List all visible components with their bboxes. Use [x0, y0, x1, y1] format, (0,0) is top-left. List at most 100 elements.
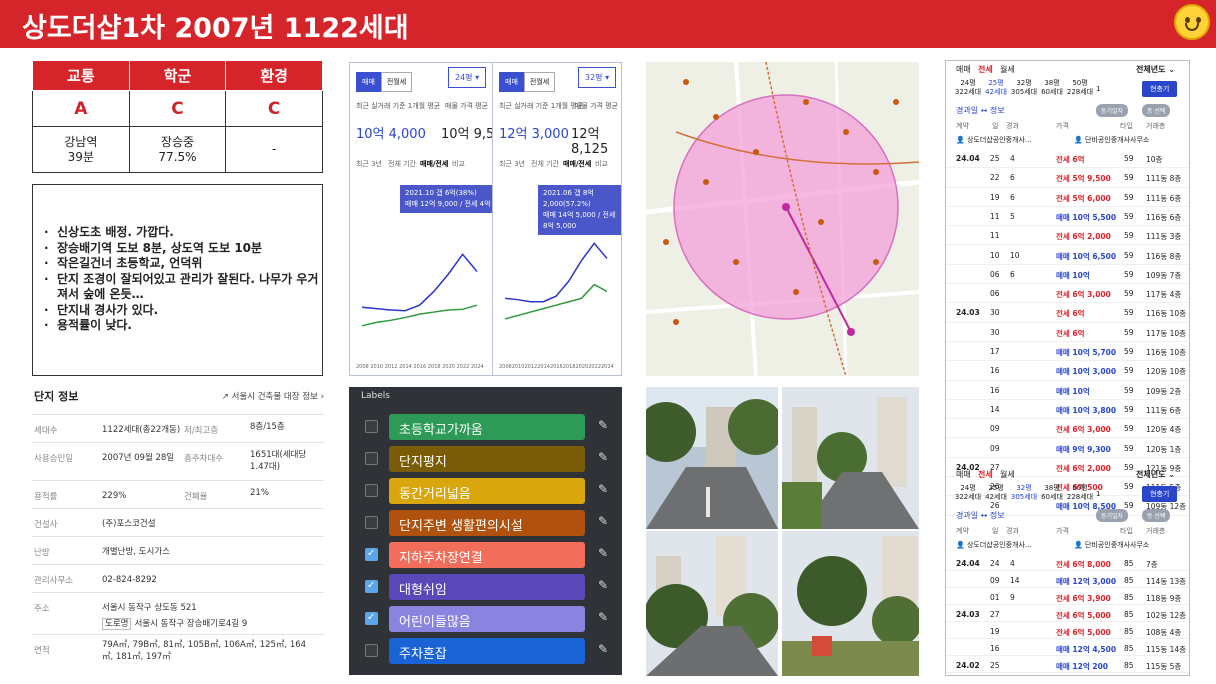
select-chip[interactable]: 등 선택 [1142, 509, 1171, 522]
tx-row[interactable]: 11 5 매매 10억 5,500 59 116동 6층 [946, 207, 1189, 227]
tx-row[interactable]: 10 10 매매 10억 6,500 59 116동 8층 [946, 246, 1189, 265]
date-chip[interactable]: 등기일자 [1096, 509, 1129, 522]
tx-row[interactable]: 24.04 25 4 전세 6억 59 10층 [946, 149, 1189, 169]
filter-button[interactable]: 현충기 [1142, 81, 1178, 97]
tx-row[interactable]: 24.04 24 4 전세 6억 8,000 85 7층 [946, 554, 1189, 571]
range-tab[interactable]: 전체 기간 [531, 159, 559, 169]
label-checkbox[interactable] [365, 644, 378, 657]
tx-row[interactable]: 16 매매 10억 59 109동 2층 [946, 381, 1189, 400]
label-row[interactable]: 초등학교가까움 ✎ [349, 411, 622, 443]
size-select[interactable]: 24평 ▾ [448, 67, 487, 88]
tx-row[interactable]: 17 매매 10억 5,700 59 116동 10층 [946, 342, 1189, 362]
tx-row[interactable]: 09 전세 6억 3,000 59 120동 4층 [946, 419, 1189, 439]
label-checkbox[interactable] [365, 580, 378, 593]
tx-tab[interactable]: 월세 [1000, 64, 1015, 75]
tx-row[interactable]: 06 6 매매 10억 59 109동 7층 [946, 265, 1189, 285]
size-option[interactable]: 38평 60세대 [1038, 79, 1066, 97]
tx-row[interactable]: 24.03 27 전세 6억 5,000 85 102동 12층 [946, 605, 1189, 622]
tx-row[interactable]: 24.02 25 매매 12억 200 85 115동 5층 [946, 656, 1189, 673]
label-row[interactable]: 동간거리넓음 ✎ [349, 475, 622, 507]
tx-row[interactable]: 14 매매 10억 3,800 59 111동 6층 [946, 400, 1189, 420]
range-tab[interactable]: 비교 [595, 159, 608, 169]
range-tab[interactable]: 매매/전세 [420, 159, 448, 169]
size-option[interactable]: 50평 228세대 [1066, 79, 1094, 97]
label-checkbox[interactable] [365, 516, 378, 529]
label-pill[interactable]: 초등학교가까움 [389, 414, 585, 440]
pencil-icon[interactable]: ✎ [598, 642, 608, 656]
label-row[interactable]: 주차혼잡 ✎ [349, 635, 622, 667]
range-tab[interactable]: 최근 3년 [356, 159, 382, 169]
range-tab[interactable]: 전체 기간 [388, 159, 416, 169]
rating-detail: 강남역 39분 [32, 126, 130, 173]
size-option[interactable]: 32평 305세대 [1010, 79, 1038, 97]
pencil-icon[interactable]: ✎ [598, 578, 608, 592]
tx-col-header: 가격 [1056, 527, 1069, 535]
pencil-icon[interactable]: ✎ [598, 418, 608, 432]
tx-row[interactable]: 06 전세 6억 3,000 59 117동 4층 [946, 284, 1189, 304]
label-pill[interactable]: 동간거리넓음 [389, 478, 585, 504]
label-checkbox[interactable] [365, 452, 378, 465]
filter-button[interactable]: 현충기 [1142, 486, 1178, 502]
tx-row[interactable]: 24.03 30 전세 6억 59 116동 10층 [946, 303, 1189, 323]
size-option[interactable]: 50평 228세대 [1066, 484, 1094, 502]
label-checkbox[interactable] [365, 548, 378, 561]
tab-rent[interactable]: 전월세 [380, 72, 413, 92]
pencil-icon[interactable]: ✎ [598, 610, 608, 624]
label-pill[interactable]: 대형쉬임 [389, 574, 585, 600]
label-pill[interactable]: 단지주변 생활편의시설 [389, 510, 585, 536]
range-tab[interactable]: 매매/전세 [563, 159, 591, 169]
label-row[interactable]: 대형쉬임 ✎ [349, 571, 622, 603]
label-row[interactable]: 지하주차장연결 ✎ [349, 539, 622, 571]
tx-tab[interactable]: 전세 [978, 469, 993, 480]
pencil-icon[interactable]: ✎ [598, 482, 608, 496]
tx-row[interactable]: 22 6 전세 5억 9,500 59 111동 8층 [946, 168, 1189, 188]
tx-cell: 115동 5층 [1146, 662, 1182, 671]
date-chip[interactable]: 등기일자 [1096, 104, 1129, 117]
tx-tab[interactable]: 전세 [978, 64, 993, 75]
tx-row[interactable]: 16 매매 12억 4,500 85 115동 14층 [946, 639, 1189, 656]
year-filter[interactable]: 전체년도 ⌄ [1136, 469, 1175, 480]
label-row[interactable]: 단지주변 생활편의시설 ✎ [349, 507, 622, 539]
tx-row[interactable]: 01 9 전세 6억 3,900 85 118동 9층 [946, 588, 1189, 605]
label-pill[interactable]: 단지평지 [389, 446, 585, 472]
tx-row[interactable]: 11 전세 6억 2,000 59 111동 3층 [946, 226, 1189, 246]
tab-sale[interactable]: 매매 [499, 72, 524, 92]
year-filter[interactable]: 전체년도 ⌄ [1136, 64, 1175, 75]
tx-tab[interactable]: 월세 [1000, 469, 1015, 480]
range-tab[interactable]: 비교 [452, 159, 465, 169]
label-checkbox[interactable] [365, 484, 378, 497]
location-map[interactable] [646, 62, 919, 376]
year-tick: 2024 [471, 364, 484, 370]
size-option[interactable]: 25평 42세대 [982, 484, 1010, 502]
tx-tab[interactable]: 매매 [956, 469, 971, 480]
size-option[interactable]: 32평 305세대 [1010, 484, 1038, 502]
tx-row[interactable]: 09 14 매매 12억 3,000 85 114동 13층 [946, 571, 1189, 588]
label-checkbox[interactable] [365, 420, 378, 433]
pencil-icon[interactable]: ✎ [598, 514, 608, 528]
year-tick: 2020 [576, 364, 589, 370]
label-pill[interactable]: 지하주차장연결 [389, 542, 585, 568]
size-option[interactable]: 24평 322세대 [954, 484, 982, 502]
size-option[interactable]: 25평 42세대 [982, 79, 1010, 97]
tx-row[interactable]: 19 전세 6억 5,000 85 108동 4층 [946, 622, 1189, 639]
tx-tab[interactable]: 매매 [956, 64, 971, 75]
tx-row[interactable]: 30 전세 6억 59 117동 10층 [946, 323, 1189, 342]
label-row[interactable]: 어린이들많음 ✎ [349, 603, 622, 635]
size-option[interactable]: 24평 322세대 [954, 79, 982, 97]
pencil-icon[interactable]: ✎ [598, 450, 608, 464]
tab-rent[interactable]: 전월세 [523, 72, 556, 92]
tx-row[interactable]: 16 매매 10억 3,000 59 120동 10층 [946, 361, 1189, 381]
tx-row[interactable]: 09 매매 9억 9,300 59 120동 1층 [946, 439, 1189, 458]
range-tab[interactable]: 최근 3년 [499, 159, 525, 169]
pencil-icon[interactable]: ✎ [598, 546, 608, 560]
label-pill[interactable]: 어린이들많음 [389, 606, 585, 632]
size-select[interactable]: 32평 ▾ [578, 67, 617, 88]
tab-sale[interactable]: 매매 [356, 72, 381, 92]
size-option[interactable]: 38평 60세대 [1038, 484, 1066, 502]
label-pill[interactable]: 주차혼잡 [389, 638, 585, 664]
select-chip[interactable]: 등 선택 [1142, 104, 1171, 117]
label-checkbox[interactable] [365, 612, 378, 625]
label-row[interactable]: 단지평지 ✎ [349, 443, 622, 475]
building-registry-link[interactable]: ↗ 서울시 건축물 대장 정보 › [222, 390, 324, 402]
tx-row[interactable]: 19 6 전세 5억 6,000 59 111동 6층 [946, 188, 1189, 207]
